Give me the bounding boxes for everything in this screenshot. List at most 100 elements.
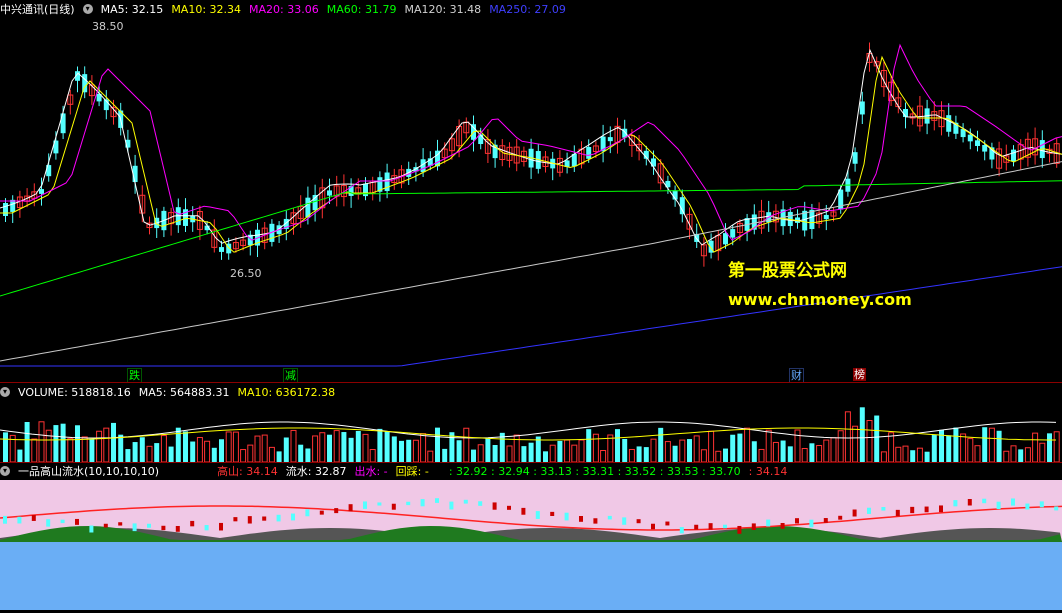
indicator-candle xyxy=(190,520,195,527)
volume-bar xyxy=(628,448,635,462)
volume-bar xyxy=(852,425,859,462)
indicator-water xyxy=(0,542,1062,610)
volume-bar xyxy=(506,445,513,462)
indicator-candle xyxy=(622,517,627,525)
volume-bar xyxy=(679,439,686,462)
indicator-candle xyxy=(89,525,94,533)
watermark-url: www.chnmoney.com xyxy=(728,290,912,309)
volume-bar xyxy=(910,450,916,462)
indicator-candle xyxy=(507,505,511,510)
volume-bar xyxy=(492,445,498,462)
indicator-candle xyxy=(953,500,958,507)
volume-bar xyxy=(960,433,967,462)
volume-chart[interactable] xyxy=(0,400,1062,462)
indicator-settings-dot-icon[interactable]: ▾ xyxy=(0,466,10,476)
volume-bar xyxy=(362,433,369,462)
volume-bar xyxy=(744,427,751,462)
volume-bar xyxy=(1032,432,1039,462)
volume-bar xyxy=(895,446,902,462)
indicator-candle xyxy=(175,525,180,532)
volume-bar xyxy=(650,438,657,462)
volume-bar xyxy=(844,411,851,462)
indicator-candle xyxy=(219,522,223,531)
candle-body xyxy=(859,101,865,115)
volume-bar xyxy=(672,445,678,462)
indicator-candle xyxy=(262,516,267,521)
settings-dot-icon[interactable]: ▾ xyxy=(82,4,93,14)
volume-bar xyxy=(737,433,743,462)
volume-bar xyxy=(708,430,715,462)
indicator-candle xyxy=(147,523,151,528)
volume-bar xyxy=(1003,450,1010,462)
indicator-candle xyxy=(795,518,799,524)
indicator-liushui: 流水: 32.87 xyxy=(285,465,347,478)
price-chart[interactable] xyxy=(0,16,1062,382)
indicator-candle xyxy=(1025,503,1030,510)
indicator-candle xyxy=(435,498,439,503)
indicator-candle xyxy=(17,516,22,524)
volume-bar xyxy=(139,437,145,462)
volume-bar xyxy=(866,420,873,462)
indicator-candle xyxy=(636,519,641,524)
volume-bar xyxy=(305,448,311,462)
volume-bar xyxy=(399,440,404,462)
volume-bar xyxy=(67,438,74,462)
volume-bar xyxy=(837,430,844,462)
volume-bar xyxy=(406,439,412,462)
main-header: 中兴通讯(日线) ▾ MA5: 32.15 MA10: 32.34 MA20: … xyxy=(0,1,566,17)
volume-bar xyxy=(175,427,181,462)
candle-body xyxy=(82,74,88,93)
volume-bar xyxy=(1039,442,1046,462)
event-badge-cai[interactable]: 财 xyxy=(789,368,804,383)
indicator-candle xyxy=(334,508,339,514)
indicator-candle xyxy=(607,515,612,520)
volume-bar xyxy=(384,431,390,462)
indicator-candle xyxy=(823,518,828,523)
volume-bar xyxy=(543,451,548,462)
volume-bar xyxy=(658,427,664,462)
volume-bar xyxy=(3,432,8,462)
ma5-label: MA5: 32.15 xyxy=(100,2,164,16)
volume-bar xyxy=(830,437,837,462)
volume-bar xyxy=(700,449,707,462)
volume-bar xyxy=(240,449,247,462)
volume-bar xyxy=(528,442,534,462)
ma60-line xyxy=(0,180,1062,297)
indicator-candle xyxy=(103,523,108,528)
indicator-candle xyxy=(895,509,900,517)
volume-bar xyxy=(103,427,110,462)
volume-bar xyxy=(1010,445,1017,462)
volume-settings-dot-icon[interactable]: ▾ xyxy=(0,387,10,397)
indicator-candle xyxy=(118,522,123,526)
volume-bar xyxy=(1047,433,1052,462)
indicator-values: : 32.92 : 32.94 : 33.13 : 33.31 : 33.52 … xyxy=(448,464,741,478)
volume-bar xyxy=(225,431,232,462)
indicator-candle xyxy=(780,522,785,529)
indicator-candle xyxy=(60,519,65,524)
volume-bar xyxy=(723,448,728,462)
volume-bar xyxy=(427,450,434,462)
volume-bar xyxy=(319,432,326,462)
event-badge-jian[interactable]: 减 xyxy=(283,368,298,383)
volume-header: ▾ VOLUME: 518818.16 MA5: 564883.31 MA10:… xyxy=(0,384,335,400)
volume-bar xyxy=(787,446,793,462)
candle-body xyxy=(946,115,952,132)
stock-title[interactable]: 中兴通讯(日线) xyxy=(0,1,75,17)
indicator-candle xyxy=(982,498,987,504)
event-badge-die[interactable]: 跌 xyxy=(127,368,142,383)
volume-bar xyxy=(622,438,628,462)
volume-bar xyxy=(53,425,59,462)
indicator-chart[interactable] xyxy=(0,480,1062,610)
indicator-candle xyxy=(291,513,295,521)
indicator-candle xyxy=(809,519,814,528)
candle-body xyxy=(586,147,592,159)
indicator-candle xyxy=(132,523,137,532)
indicator-candle xyxy=(3,515,7,524)
event-badge-bang[interactable]: 榜 xyxy=(853,368,866,381)
indicator-candle xyxy=(319,510,324,515)
volume-bar xyxy=(312,435,319,462)
volume-bar xyxy=(463,427,470,462)
indicator-candle xyxy=(449,501,454,510)
indicator-candle xyxy=(233,517,238,522)
volume-bar xyxy=(874,415,880,462)
